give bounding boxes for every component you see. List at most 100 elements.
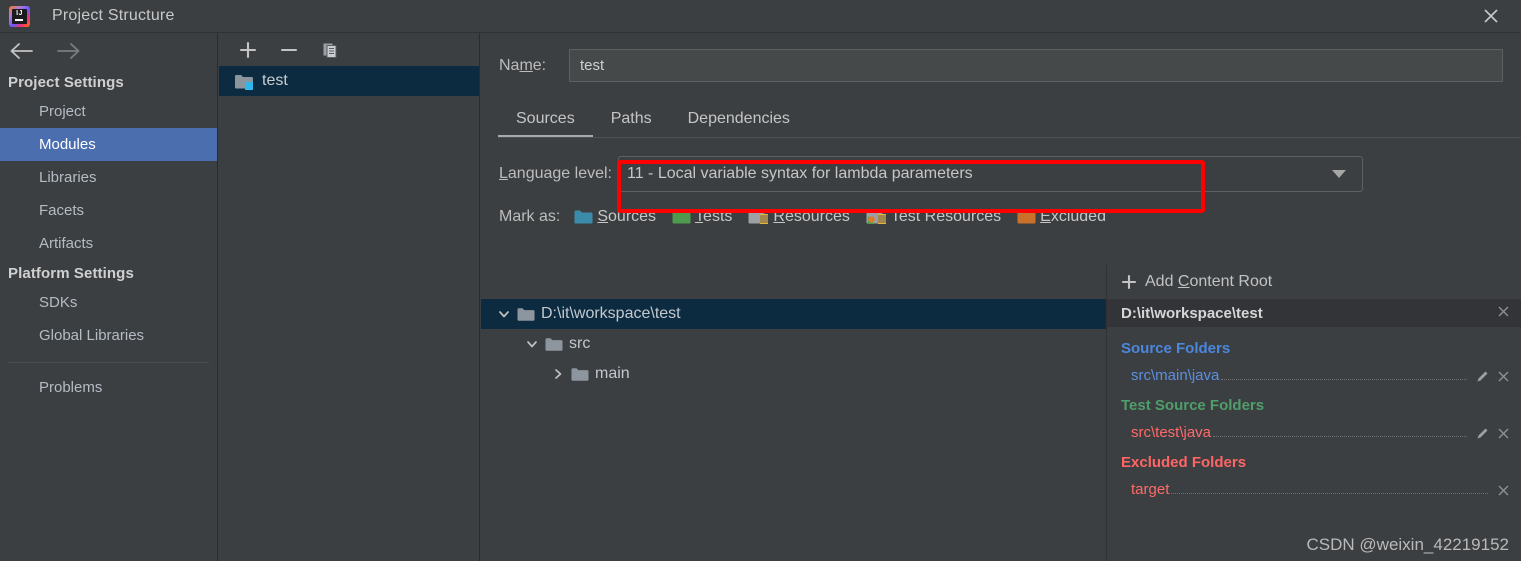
close-icon (1498, 306, 1509, 316)
edit-test-source-folder-button[interactable] (1475, 426, 1490, 441)
module-name-row: Name: (481, 33, 1521, 82)
content-roots-tree: D:\it\workspace\test src main (481, 299, 1106, 561)
tab-sources[interactable]: Sources (498, 110, 593, 138)
module-list-item-test[interactable]: test (219, 66, 479, 96)
source-folder-row[interactable]: src\main\java (1131, 362, 1511, 384)
folder-icon (571, 367, 589, 381)
test-source-folders-title: Test Source Folders (1121, 397, 1265, 414)
remove-content-root-button[interactable] (1496, 304, 1511, 323)
sidebar-item-sdks[interactable]: SDKs (0, 286, 217, 319)
folder-excluded-icon (1017, 210, 1036, 224)
collapse-toggle[interactable] (519, 337, 545, 351)
close-icon (1484, 9, 1498, 23)
language-level-dropdown[interactable]: 11 - Local variable syntax for lambda pa… (618, 156, 1363, 192)
watermark: CSDN @weixin_42219152 (1306, 535, 1509, 554)
sidebar-item-facets[interactable]: Facets (0, 194, 217, 227)
navigate-back-button[interactable] (6, 38, 36, 64)
mark-as-resources-label: Resources (773, 208, 850, 225)
intellij-idea-logo-icon: IJ (9, 5, 30, 27)
sidebar-item-project[interactable]: Project (0, 95, 217, 128)
folder-test-resources-icon (866, 210, 886, 224)
folder-sources-icon (574, 210, 593, 224)
add-content-root-label: Add Content Root (1145, 273, 1273, 290)
chevron-down-icon (499, 311, 509, 318)
mark-as-test-resources-button[interactable]: Test Resources (866, 208, 1001, 226)
sidebar-group-title-project-settings: Project Settings (8, 74, 124, 91)
content-root-detail-panel: Add Content Root D:\it\workspace\test So… (1106, 265, 1521, 561)
content-root-path: D:\it\workspace\test (1121, 304, 1263, 322)
mark-as-label: Mark as: (499, 208, 561, 225)
excluded-folder-path: target (1131, 481, 1170, 498)
remove-test-source-folder-button[interactable] (1496, 426, 1511, 441)
mark-as-row: Mark as: Sources Tests Resources Test Re… (481, 192, 1521, 226)
mark-as-resources-button[interactable]: Resources (748, 208, 850, 226)
tree-row-label: src (569, 335, 591, 352)
arrow-left-icon (10, 43, 33, 59)
tree-row-label: D:\it\workspace\test (541, 305, 681, 322)
tab-paths[interactable]: Paths (593, 110, 670, 138)
close-icon (1498, 485, 1509, 496)
language-level-label: Language level: (499, 165, 612, 182)
arrow-right-icon (57, 43, 80, 59)
dotted-leader (1221, 379, 1467, 380)
dotted-leader (1213, 436, 1467, 437)
sidebar-nav-buttons (0, 33, 217, 69)
test-source-folder-path: src\test\java (1131, 424, 1212, 441)
sidebar-item-libraries[interactable]: Libraries (0, 161, 217, 194)
folder-icon (517, 307, 535, 321)
folder-tests-icon (672, 210, 691, 224)
mark-as-sources-button[interactable]: Sources (574, 208, 656, 226)
title-bar: IJ Project Structure (0, 0, 1521, 33)
copy-icon (323, 43, 337, 58)
add-content-root-button[interactable]: Add Content Root (1107, 265, 1521, 299)
modules-panel: test (219, 33, 480, 561)
tree-row-label: main (595, 365, 630, 382)
plus-icon (239, 41, 257, 58)
copy-module-button[interactable] (318, 38, 342, 62)
source-folders-title: Source Folders (1121, 340, 1231, 357)
mark-as-excluded-label: Excluded (1040, 208, 1106, 225)
tree-row[interactable]: src (481, 329, 1106, 359)
pencil-icon (1477, 428, 1488, 439)
mark-as-sources-label: Sources (597, 208, 657, 225)
project-structure-dialog: IJ Project Structure Project Settings Pr… (0, 0, 1521, 561)
module-editor-panel: Name: Sources Paths Dependencies Languag… (481, 33, 1521, 561)
module-name: test (262, 72, 288, 89)
sidebar-item-modules[interactable]: Modules (0, 128, 217, 161)
folder-icon (545, 337, 563, 351)
sidebar-divider (8, 362, 209, 363)
dotted-leader (1171, 493, 1488, 494)
module-folder-icon (235, 74, 253, 90)
module-tabs: Sources Paths Dependencies (498, 100, 1521, 138)
sidebar-group-title-platform-settings: Platform Settings (8, 265, 134, 282)
tree-row[interactable]: main (481, 359, 1106, 389)
settings-sidebar: Project Settings Project Modules Librari… (0, 33, 218, 561)
collapse-toggle[interactable] (491, 307, 517, 321)
sidebar-item-global-libraries[interactable]: Global Libraries (0, 319, 217, 352)
excluded-folder-row[interactable]: target (1131, 476, 1511, 498)
mark-as-tests-button[interactable]: Tests (672, 208, 732, 226)
minus-icon (280, 48, 298, 51)
pencil-icon (1477, 371, 1488, 382)
language-level-row: Language level: 11 - Local variable synt… (481, 138, 1521, 192)
navigate-forward-button[interactable] (54, 38, 84, 64)
folder-resources-icon (748, 210, 769, 224)
remove-source-folder-button[interactable] (1496, 369, 1511, 384)
remove-module-button[interactable] (277, 38, 301, 62)
chevron-down-icon (1332, 170, 1346, 178)
close-window-button[interactable] (1461, 0, 1521, 32)
sidebar-item-artifacts[interactable]: Artifacts (0, 227, 217, 260)
remove-excluded-folder-button[interactable] (1496, 483, 1511, 498)
source-folder-path: src\main\java (1131, 367, 1220, 384)
tree-row[interactable]: D:\it\workspace\test (481, 299, 1106, 329)
edit-source-folder-button[interactable] (1475, 369, 1490, 384)
sidebar-item-problems[interactable]: Problems (0, 371, 217, 404)
content-root-header: D:\it\workspace\test (1107, 299, 1521, 327)
module-name-input[interactable] (569, 49, 1503, 82)
expand-toggle[interactable] (545, 367, 571, 381)
mark-as-excluded-button[interactable]: Excluded (1017, 208, 1106, 226)
module-name-label: Name: (499, 56, 547, 74)
add-module-button[interactable] (236, 38, 260, 62)
test-source-folder-row[interactable]: src\test\java (1131, 419, 1511, 441)
tab-dependencies[interactable]: Dependencies (670, 110, 808, 138)
